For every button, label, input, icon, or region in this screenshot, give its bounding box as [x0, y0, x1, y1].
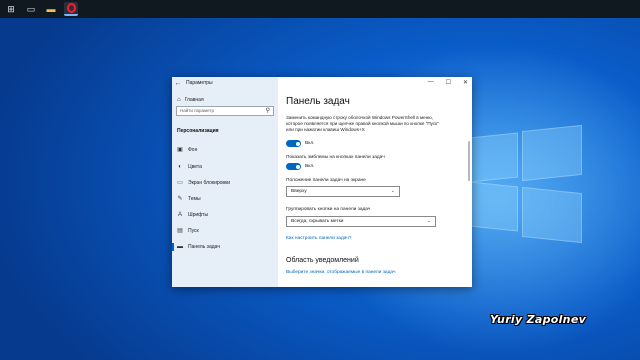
- sidebar-item-taskbar[interactable]: ▬ Панель задач: [172, 243, 220, 251]
- sidebar-item-label: Фон: [188, 147, 198, 153]
- opera-icon[interactable]: [64, 2, 78, 16]
- powershell-toggle[interactable]: [286, 140, 301, 147]
- badges-toggle-state: Вкл.: [305, 164, 315, 169]
- palette-icon: ◐: [178, 164, 182, 170]
- windows-logo-pane-tl: [470, 132, 518, 183]
- search-placeholder: Найти параметр: [180, 108, 215, 113]
- grouping-value: Всегда, скрывать метки: [291, 219, 344, 224]
- page-title: Панель задач: [286, 96, 350, 107]
- sidebar-item-start[interactable]: ▤ Пуск: [177, 228, 199, 234]
- sidebar-item-label: Экран блокировки: [188, 180, 231, 186]
- file-explorer-icon[interactable]: ▬: [44, 2, 58, 16]
- sidebar-item-label: Шрифты: [188, 212, 209, 218]
- sidebar-item-fonts[interactable]: A Шрифты: [177, 212, 208, 218]
- customize-taskbar-link[interactable]: Как настроить панели задач?: [286, 236, 351, 241]
- position-label: Положение панели задач на экране: [286, 178, 366, 183]
- watermark-text: Yuriy Zapolnev: [490, 313, 587, 326]
- scrollbar[interactable]: [468, 141, 470, 181]
- taskbar-icon: ▬: [177, 244, 183, 250]
- sidebar-item-background[interactable]: ▣ Фон: [177, 147, 197, 153]
- grouping-label: Группировать кнопки на панели задач: [286, 207, 371, 212]
- powershell-description: Заменить командную строку оболочкой Wind…: [286, 115, 439, 132]
- search-input[interactable]: Найти параметр ⚲: [176, 106, 274, 116]
- window-title: Параметры: [186, 80, 213, 86]
- select-icons-link[interactable]: Выберите значки, отображаемые в панели з…: [286, 270, 395, 275]
- home-link[interactable]: ⌂ Главная: [177, 97, 204, 103]
- sidebar-item-label: Панель задач: [188, 244, 220, 250]
- position-dropdown[interactable]: Вверху ⌄: [286, 186, 400, 197]
- windows-logo-pane-br: [522, 186, 582, 244]
- powershell-toggle-state: Вкл.: [305, 141, 315, 146]
- windows-logo-pane-tr: [522, 124, 582, 182]
- notification-area-heading: Область уведомлений: [286, 257, 359, 264]
- badges-label: Показать эмблемы на кнопках панели задач: [286, 155, 385, 160]
- back-arrow-icon[interactable]: ←: [172, 80, 184, 87]
- font-icon: A: [177, 212, 182, 218]
- sidebar-item-themes[interactable]: ✎ Темы: [177, 196, 201, 202]
- picture-icon: ▣: [177, 147, 183, 153]
- home-label: Главная: [184, 97, 204, 103]
- chevron-down-icon: ⌄: [390, 188, 395, 194]
- sidebar-item-label: Цвета: [188, 164, 202, 170]
- search-icon: ⚲: [265, 108, 270, 114]
- sidebar-item-colors[interactable]: ◐ Цвета: [177, 164, 202, 170]
- badges-toggle[interactable]: [286, 163, 301, 170]
- sidebar-item-label: Пуск: [188, 228, 199, 234]
- taskbar: ⊞ ▭ ▬: [0, 0, 640, 18]
- section-title: Персонализация: [177, 128, 219, 134]
- start-icon[interactable]: ⊞: [4, 2, 18, 16]
- settings-window: ← Параметры ⌂ Главная Найти параметр ⚲ П…: [172, 77, 472, 287]
- lock-screen-icon: ▭: [177, 180, 183, 186]
- chevron-down-icon: ⌄: [426, 218, 431, 224]
- home-icon: ⌂: [177, 97, 181, 103]
- settings-sidebar: ← Параметры ⌂ Главная Найти параметр ⚲ П…: [172, 77, 278, 287]
- sidebar-item-lock-screen[interactable]: ▭ Экран блокировки: [177, 180, 230, 186]
- brush-icon: ✎: [177, 196, 183, 202]
- windows-logo-pane-bl: [470, 181, 518, 232]
- position-value: Вверху: [291, 189, 307, 194]
- settings-content: Панель задач Заменить командную строку о…: [278, 77, 472, 287]
- sidebar-item-label: Темы: [188, 196, 201, 202]
- grouping-dropdown[interactable]: Всегда, скрывать метки ⌄: [286, 216, 436, 227]
- task-view-icon[interactable]: ▭: [24, 2, 38, 16]
- start-menu-icon: ▤: [177, 228, 183, 234]
